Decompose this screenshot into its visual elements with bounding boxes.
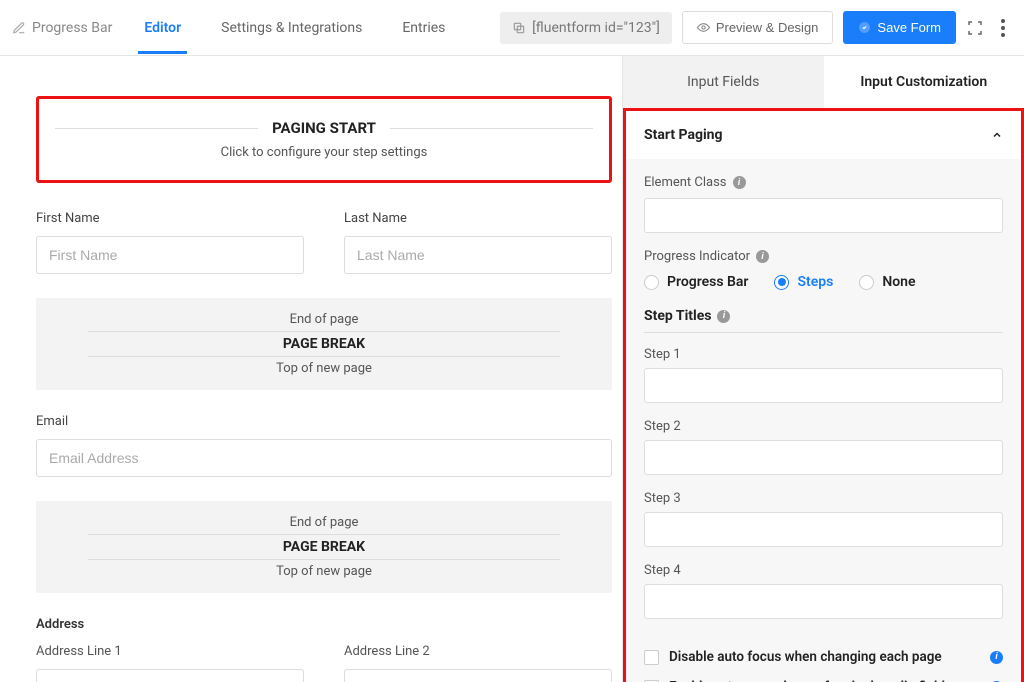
page-break-end-text: End of page (48, 312, 600, 327)
divider (88, 356, 560, 357)
form-title-text: Progress Bar (32, 20, 112, 36)
email-col: Email (36, 414, 612, 477)
step4-label: Step 4 (644, 563, 1003, 578)
topbar-left: Progress Bar Editor Settings & Integrati… (12, 2, 463, 54)
step-titles-label: Step Titles i (644, 308, 1003, 324)
preview-design-label: Preview & Design (716, 20, 819, 35)
address-line1-label: Address Line 1 (36, 644, 304, 659)
info-icon[interactable]: i (756, 250, 769, 263)
info-icon[interactable]: i (717, 310, 730, 323)
step3-label: Step 3 (644, 491, 1003, 506)
tab-settings-integrations[interactable]: Settings & Integrations (203, 2, 380, 54)
first-name-input[interactable] (36, 236, 304, 274)
tab-input-customization[interactable]: Input Customization (824, 56, 1024, 108)
radio-dot (859, 275, 874, 290)
checkbox-disable-autofocus-row[interactable]: Disable auto focus when changing each pa… (644, 649, 1003, 665)
first-name-label: First Name (36, 211, 304, 226)
paging-start-title: PAGING START (272, 119, 376, 137)
save-form-label: Save Form (877, 20, 941, 35)
radio-dot (774, 275, 789, 290)
last-name-label: Last Name (344, 211, 612, 226)
panel-header-start-paging[interactable]: Start Paging (626, 111, 1021, 159)
chevron-up-icon (991, 129, 1003, 141)
sidebar: Input Fields Input Customization Start P… (622, 56, 1024, 682)
customization-panel: Start Paging Element Class i Progress In… (623, 108, 1024, 682)
step3-input[interactable] (644, 512, 1003, 547)
sidebar-tabs: Input Fields Input Customization (623, 56, 1024, 108)
paging-start-subtitle: Click to configure your step settings (55, 145, 593, 160)
progress-indicator-radios: Progress Bar Steps None (644, 274, 1003, 290)
element-class-input[interactable] (644, 198, 1003, 233)
topbar-right: [fluentform id="123"] Preview & Design S… (500, 11, 1012, 44)
form-title[interactable]: Progress Bar (12, 20, 122, 36)
tab-entries[interactable]: Entries (384, 2, 463, 54)
first-name-col: First Name (36, 211, 304, 274)
checkbox-label: Disable auto focus when changing each pa… (669, 649, 980, 665)
page-break-title: PAGE BREAK (48, 539, 600, 555)
divider (88, 559, 560, 560)
last-name-col: Last Name (344, 211, 612, 274)
page-break-top-text: Top of new page (48, 361, 600, 376)
panel-title: Start Paging (644, 127, 723, 143)
radio-none[interactable]: None (859, 274, 915, 290)
progress-indicator-label: Progress Indicator i (644, 249, 1003, 264)
divider (88, 331, 560, 332)
page-break-title: PAGE BREAK (48, 336, 600, 352)
page-break-2[interactable]: End of page PAGE BREAK Top of new page (36, 501, 612, 593)
topbar: Progress Bar Editor Settings & Integrati… (0, 0, 1024, 56)
radio-steps[interactable]: Steps (774, 274, 833, 290)
shortcode-text: [fluentform id="123"] (532, 20, 660, 36)
divider (88, 534, 560, 535)
shortcode-box[interactable]: [fluentform id="123"] (500, 12, 672, 44)
radio-dot (644, 275, 659, 290)
page-break-top-text: Top of new page (48, 564, 600, 579)
email-label: Email (36, 414, 612, 429)
panel-body: Element Class i Progress Indicator i Pro… (626, 159, 1021, 682)
email-input[interactable] (36, 439, 612, 477)
eye-icon (697, 21, 710, 34)
element-class-label: Element Class i (644, 175, 1003, 190)
fullscreen-icon[interactable] (966, 19, 984, 37)
preview-design-button[interactable]: Preview & Design (682, 11, 834, 44)
save-form-button[interactable]: Save Form (843, 11, 956, 44)
check-circle-icon (858, 21, 871, 34)
tab-input-fields[interactable]: Input Fields (623, 56, 824, 108)
editor-area: PAGING START Click to configure your ste… (0, 56, 622, 682)
address-line1-col: Address Line 1 (36, 644, 304, 682)
main: PAGING START Click to configure your ste… (0, 56, 1024, 682)
tab-editor[interactable]: Editor (126, 2, 199, 54)
step4-input[interactable] (644, 584, 1003, 619)
step2-label: Step 2 (644, 419, 1003, 434)
name-row: First Name Last Name (36, 211, 612, 274)
pencil-icon (12, 21, 26, 35)
address-line2-col: Address Line 2 (344, 644, 612, 682)
paging-start-block[interactable]: PAGING START Click to configure your ste… (36, 96, 612, 183)
address-line2-input[interactable] (344, 669, 612, 682)
kebab-menu-icon[interactable] (994, 19, 1012, 37)
info-icon[interactable]: i (990, 651, 1003, 664)
step1-input[interactable] (644, 368, 1003, 403)
page-break-1[interactable]: End of page PAGE BREAK Top of new page (36, 298, 612, 390)
step2-input[interactable] (644, 440, 1003, 475)
checkbox (644, 650, 659, 665)
address-line1-input[interactable] (36, 669, 304, 682)
divider (644, 332, 1003, 333)
copy-icon (512, 21, 526, 35)
address-line2-label: Address Line 2 (344, 644, 612, 659)
address-row: Address Line 1 Address Line 2 (36, 644, 612, 682)
step1-label: Step 1 (644, 347, 1003, 362)
page-break-end-text: End of page (48, 515, 600, 530)
info-icon[interactable]: i (733, 176, 746, 189)
radio-progress-bar[interactable]: Progress Bar (644, 274, 748, 290)
email-row: Email (36, 414, 612, 477)
last-name-input[interactable] (344, 236, 612, 274)
address-section-label: Address (36, 617, 612, 632)
